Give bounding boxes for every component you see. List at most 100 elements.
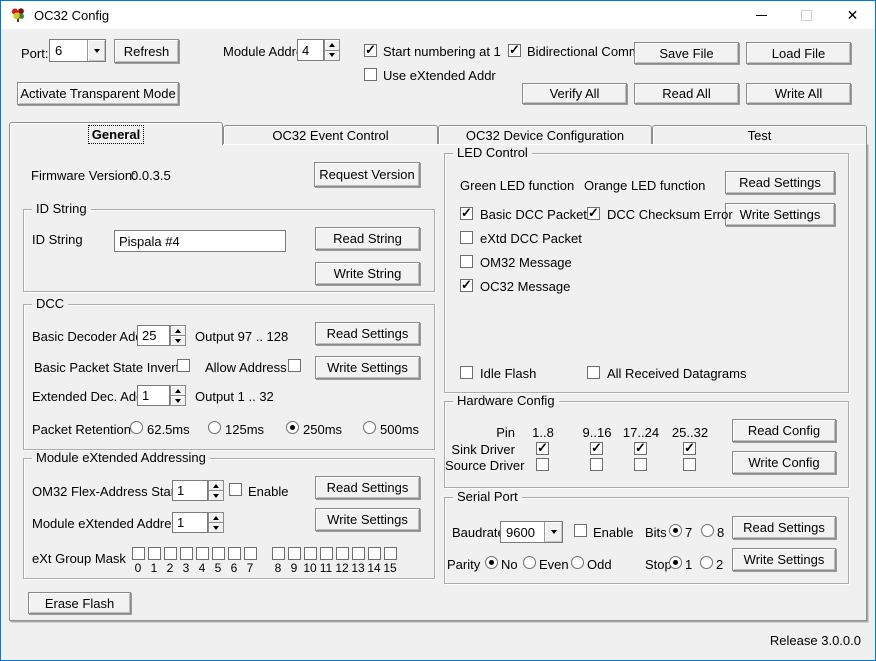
mask-11-checkbox[interactable] bbox=[320, 547, 333, 560]
extended-dec-addr-input[interactable] bbox=[137, 385, 170, 406]
stop-1-radio[interactable] bbox=[669, 556, 682, 569]
parity-no-radio[interactable] bbox=[485, 556, 498, 569]
activate-transparent-mode-button[interactable]: Activate Transparent Mode bbox=[17, 82, 179, 105]
mask-0-checkbox[interactable] bbox=[132, 547, 145, 560]
sink-1-8-checkbox[interactable] bbox=[536, 442, 549, 455]
module-address-input[interactable] bbox=[297, 39, 324, 61]
module-extended-address-spinner[interactable] bbox=[208, 512, 224, 533]
extd-dcc-packet-checkbox[interactable] bbox=[460, 231, 473, 244]
mask-15-checkbox[interactable] bbox=[384, 547, 397, 560]
mask-4-checkbox[interactable] bbox=[196, 547, 209, 560]
write-all-button[interactable]: Write All bbox=[746, 83, 851, 104]
source-25-32-checkbox[interactable] bbox=[683, 458, 696, 471]
close-button[interactable]: ✕ bbox=[830, 1, 875, 29]
spin-up-button[interactable] bbox=[208, 480, 224, 491]
baudrate-dropdown-icon[interactable] bbox=[544, 522, 562, 542]
retention-125-radio[interactable] bbox=[208, 421, 221, 434]
mask-1-checkbox[interactable] bbox=[148, 547, 161, 560]
mask-9-checkbox[interactable] bbox=[288, 547, 301, 560]
serial-write-settings-button[interactable]: Write Settings bbox=[732, 548, 836, 571]
mask-14-checkbox[interactable] bbox=[368, 547, 381, 560]
spin-down-button[interactable] bbox=[170, 336, 186, 346]
retention-62-radio[interactable] bbox=[130, 421, 143, 434]
parity-odd-radio[interactable] bbox=[571, 556, 584, 569]
mask-12-checkbox[interactable] bbox=[336, 547, 349, 560]
spin-up-button[interactable] bbox=[170, 325, 186, 336]
baudrate-combobox[interactable]: 9600 bbox=[500, 521, 563, 543]
erase-flash-button[interactable]: Erase Flash bbox=[28, 592, 131, 614]
basic-decoder-addr-input[interactable] bbox=[137, 325, 170, 346]
read-all-button[interactable]: Read All bbox=[634, 83, 739, 104]
request-version-button[interactable]: Request Version bbox=[314, 162, 420, 187]
spin-down-button[interactable] bbox=[208, 523, 224, 533]
sink-25-32-checkbox[interactable] bbox=[683, 442, 696, 455]
source-1-8-checkbox[interactable] bbox=[536, 458, 549, 471]
sink-9-16-checkbox[interactable] bbox=[590, 442, 603, 455]
retention-250-radio[interactable] bbox=[286, 421, 299, 434]
load-file-button[interactable]: Load File bbox=[746, 42, 851, 64]
use-extended-checkbox[interactable] bbox=[364, 68, 377, 81]
mask-6-checkbox[interactable] bbox=[228, 547, 241, 560]
led-read-settings-button[interactable]: Read Settings bbox=[725, 171, 835, 194]
spin-up-button[interactable] bbox=[324, 39, 340, 51]
mask-13-checkbox[interactable] bbox=[352, 547, 365, 560]
parity-even-radio[interactable] bbox=[523, 556, 536, 569]
ext-addr-read-settings-button[interactable]: Read Settings bbox=[315, 476, 420, 499]
serial-enable-checkbox[interactable] bbox=[574, 524, 587, 537]
tab-oc32-event-control[interactable]: OC32 Event Control bbox=[223, 125, 438, 144]
serial-read-settings-button[interactable]: Read Settings bbox=[732, 516, 836, 539]
mask-3-checkbox[interactable] bbox=[180, 547, 193, 560]
om32-flex-address-spinner[interactable] bbox=[208, 480, 224, 501]
flex-enable-checkbox[interactable] bbox=[229, 483, 242, 496]
om32-flex-address-input[interactable] bbox=[172, 480, 208, 501]
read-config-button[interactable]: Read Config bbox=[732, 419, 836, 442]
spin-up-button[interactable] bbox=[208, 512, 224, 523]
spin-up-button[interactable] bbox=[170, 385, 186, 396]
allow-address-0-checkbox[interactable] bbox=[288, 359, 301, 372]
start-numbering-checkbox[interactable] bbox=[364, 44, 377, 57]
tab-general[interactable]: General bbox=[9, 122, 223, 145]
mask-2-checkbox[interactable] bbox=[164, 547, 177, 560]
id-string-input[interactable] bbox=[114, 230, 286, 252]
tab-test[interactable]: Test bbox=[652, 125, 867, 144]
retention-500-radio[interactable] bbox=[363, 421, 376, 434]
idle-flash-checkbox[interactable] bbox=[460, 366, 473, 379]
bits-8-radio[interactable] bbox=[701, 524, 714, 537]
minimize-button[interactable] bbox=[739, 1, 784, 29]
basic-decoder-addr-spinner[interactable] bbox=[170, 325, 186, 346]
spin-down-button[interactable] bbox=[324, 51, 340, 62]
dcc-checksum-error-checkbox[interactable] bbox=[587, 207, 600, 220]
module-extended-address-input[interactable] bbox=[172, 512, 208, 533]
refresh-button[interactable]: Refresh bbox=[114, 39, 179, 63]
mask-7-checkbox[interactable] bbox=[244, 547, 257, 560]
write-config-button[interactable]: Write Config bbox=[732, 451, 836, 474]
spin-down-button[interactable] bbox=[170, 396, 186, 406]
mask-5-checkbox[interactable] bbox=[212, 547, 225, 560]
source-17-24-checkbox[interactable] bbox=[634, 458, 647, 471]
om32-message-checkbox[interactable] bbox=[460, 255, 473, 268]
led-write-settings-button[interactable]: Write Settings bbox=[725, 203, 835, 226]
dcc-read-settings-button[interactable]: Read Settings bbox=[315, 322, 420, 345]
oc32-message-checkbox[interactable] bbox=[460, 279, 473, 292]
module-address-spinner[interactable] bbox=[324, 39, 340, 61]
extended-dec-addr-spinner[interactable] bbox=[170, 385, 186, 406]
mask-10-checkbox[interactable] bbox=[304, 547, 317, 560]
verify-all-button[interactable]: Verify All bbox=[522, 83, 627, 104]
all-received-datagrams-checkbox[interactable] bbox=[587, 366, 600, 379]
port-combobox[interactable]: 6 bbox=[49, 39, 106, 62]
bits-7-radio[interactable] bbox=[669, 524, 682, 537]
basic-packet-invert-checkbox[interactable] bbox=[177, 359, 190, 372]
write-string-button[interactable]: Write String bbox=[315, 262, 420, 285]
basic-dcc-packet-checkbox[interactable] bbox=[460, 207, 473, 220]
read-string-button[interactable]: Read String bbox=[315, 227, 420, 250]
stop-2-radio[interactable] bbox=[700, 556, 713, 569]
dcc-write-settings-button[interactable]: Write Settings bbox=[315, 356, 420, 379]
source-9-16-checkbox[interactable] bbox=[590, 458, 603, 471]
bidirectional-checkbox[interactable] bbox=[508, 44, 521, 57]
mask-8-checkbox[interactable] bbox=[272, 547, 285, 560]
port-dropdown-icon[interactable] bbox=[87, 40, 105, 61]
tab-oc32-device-configuration[interactable]: OC32 Device Configuration bbox=[438, 125, 652, 144]
spin-down-button[interactable] bbox=[208, 491, 224, 501]
sink-17-24-checkbox[interactable] bbox=[634, 442, 647, 455]
save-file-button[interactable]: Save File bbox=[634, 42, 739, 64]
